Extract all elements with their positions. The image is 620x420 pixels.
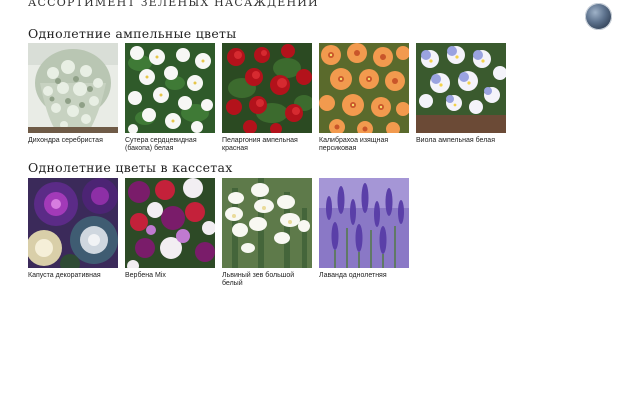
product-card-lavender[interactable]: Лаванда однолетняя <box>319 178 409 288</box>
product-image-dichondra[interactable] <box>28 43 118 133</box>
product-label[interactable]: Пеларгония ампельная красная <box>222 137 312 153</box>
section-title-ampel: Однолетние ампельные цветы <box>28 26 237 41</box>
product-image-snapdragon[interactable] <box>222 178 312 268</box>
product-image-cabbage[interactable] <box>28 178 118 268</box>
product-image-calibrachoa[interactable] <box>319 43 409 133</box>
product-card-pelargonium[interactable]: Пеларгония ампельная красная <box>222 43 312 153</box>
product-label[interactable]: Лаванда однолетняя <box>319 272 409 280</box>
product-label[interactable]: Вербена Mix <box>125 272 215 280</box>
product-label[interactable]: Сутера сердцевидная (бакопа) белая <box>125 137 215 153</box>
product-card-snapdragon[interactable]: Львиный зев большой белый <box>222 178 312 288</box>
product-label[interactable]: Виола ампельная белая <box>416 137 506 145</box>
section-title-cassette: Однолетние цветы в кассетах <box>28 160 233 175</box>
product-card-verbena[interactable]: Вербена Mix <box>125 178 215 288</box>
product-image-viola[interactable] <box>416 43 506 133</box>
product-image-sutera[interactable] <box>125 43 215 133</box>
product-label[interactable]: Капуста декоративная <box>28 272 118 280</box>
product-card-dichondra[interactable]: Дихондра серебристая <box>28 43 118 153</box>
page-title: Ассортимент зеленых насаждений <box>28 0 319 9</box>
product-card-viola[interactable]: Виола ампельная белая <box>416 43 506 153</box>
product-image-lavender[interactable] <box>319 178 409 268</box>
product-image-pelargonium[interactable] <box>222 43 312 133</box>
product-image-verbena[interactable] <box>125 178 215 268</box>
product-label[interactable]: Дихондра серебристая <box>28 137 118 145</box>
ampel-grid: Дихондра серебристая Сутера сердцевидная… <box>28 43 506 153</box>
product-card-calibrachoa[interactable]: Калибрахоа изящная персиковая <box>319 43 409 153</box>
avatar[interactable] <box>585 3 612 30</box>
product-label[interactable]: Львиный зев большой белый <box>222 272 312 288</box>
product-card-sutera[interactable]: Сутера сердцевидная (бакопа) белая <box>125 43 215 153</box>
cassette-grid: Капуста декоративная Вербена Mix Львиный… <box>28 178 409 288</box>
product-label[interactable]: Калибрахоа изящная персиковая <box>319 137 409 153</box>
product-card-cabbage[interactable]: Капуста декоративная <box>28 178 118 288</box>
